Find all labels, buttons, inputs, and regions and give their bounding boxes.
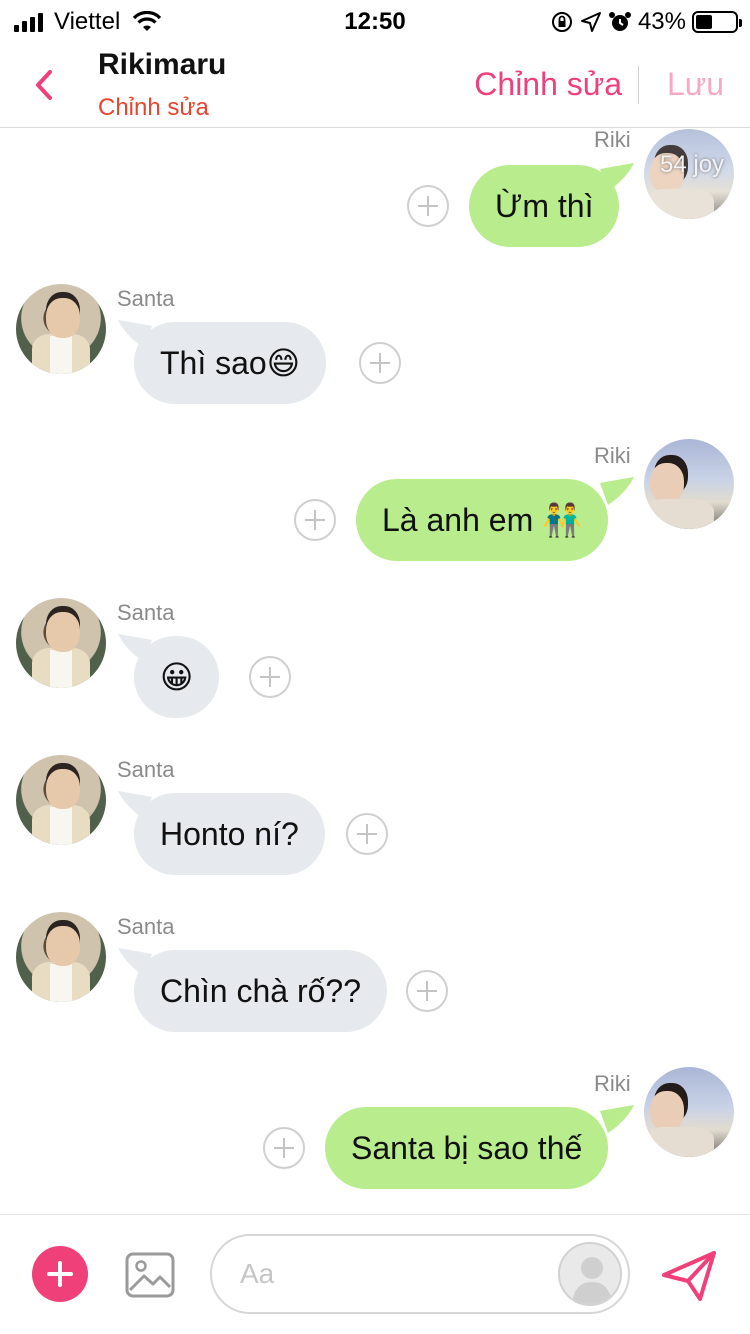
add-reaction-button[interactable] [406, 970, 448, 1012]
image-icon [125, 1252, 175, 1298]
sender-name: Santa [117, 286, 175, 311]
send-button[interactable] [660, 1249, 718, 1303]
message-row: Santa Chìn chà rố?? [0, 912, 750, 1042]
avatar[interactable] [16, 755, 106, 845]
message-input[interactable] [240, 1250, 540, 1298]
sender-name: Riki [594, 129, 631, 152]
message-bubble[interactable]: Là anh em 👬 [356, 479, 608, 561]
add-reaction-button[interactable] [263, 1127, 305, 1169]
avatar[interactable] [16, 598, 106, 688]
message-row: Riki Santa bị sao thế [0, 1067, 750, 1197]
message-bubble[interactable]: Santa bị sao thế [325, 1107, 609, 1189]
message-bubble[interactable]: Chìn chà rố?? [134, 950, 388, 1032]
message-bubble[interactable]: Honto ní? [134, 793, 325, 875]
sender-name: Riki [594, 443, 631, 468]
alarm-icon [608, 12, 631, 31]
add-reaction-button[interactable] [294, 499, 336, 541]
message-bubble[interactable]: Thì sao😄 [134, 322, 327, 404]
sender-name: Riki [594, 1071, 631, 1096]
chat-header: Rikimaru Chỉnh sửa Chỉnh sửa Lưu [0, 42, 750, 128]
add-reaction-button[interactable] [407, 185, 449, 227]
header-divider [638, 66, 639, 104]
avatar[interactable] [644, 439, 734, 529]
avatar[interactable] [16, 284, 106, 374]
save-button[interactable]: Lưu [667, 66, 724, 103]
bubble-tail [600, 477, 634, 505]
battery-fill [696, 15, 713, 29]
message-row: Santa Thì sao😄 [0, 284, 750, 414]
back-button[interactable] [28, 60, 68, 110]
chat-thread[interactable]: Riki 54 joy Ừm thì Santa Thì sao😄 Riki L… [0, 129, 750, 1214]
edit-button[interactable]: Chỉnh sửa [474, 66, 622, 103]
message-bubble[interactable]: Ừm thì [469, 165, 620, 247]
message-bubble[interactable]: 😀 [134, 636, 220, 718]
page-subtitle: Chỉnh sửa [98, 94, 209, 121]
avatar[interactable]: 54 joy [644, 129, 734, 219]
sender-name: Santa [117, 914, 175, 939]
sender-name: Santa [117, 600, 175, 625]
message-input-container [210, 1234, 630, 1314]
bubble-tail [600, 1105, 634, 1133]
add-reaction-button[interactable] [359, 342, 401, 384]
message-row: Santa 😀 [0, 598, 750, 728]
status-right: 43% [544, 8, 742, 36]
add-reaction-button[interactable] [346, 813, 388, 855]
orientation-lock-icon [551, 12, 572, 32]
person-icon [572, 1257, 612, 1304]
battery-icon [692, 11, 742, 33]
composer-bar [0, 1214, 750, 1334]
message-row: Riki 54 joy Ừm thì [0, 129, 750, 255]
battery-percent: 43% [637, 8, 686, 35]
chevron-left-icon [36, 70, 52, 100]
avatar-overlay-text: 54 joy [660, 151, 725, 178]
chat-editor-screen: Viettel 12:50 43% Rikimaru Chỉnh sửa Chỉ… [0, 0, 750, 1334]
avatar[interactable] [644, 1067, 734, 1157]
avatar[interactable] [16, 912, 106, 1002]
location-icon [580, 12, 601, 32]
message-row: Riki Là anh em 👬 [0, 439, 750, 569]
page-title: Rikimaru [98, 48, 227, 81]
sender-avatar-button[interactable] [558, 1242, 622, 1306]
sender-name: Santa [117, 757, 175, 782]
message-row: Santa Honto ní? [0, 755, 750, 885]
send-icon [662, 1251, 716, 1301]
image-button[interactable] [124, 1249, 176, 1301]
status-bar: Viettel 12:50 43% [0, 0, 750, 42]
add-reaction-button[interactable] [249, 656, 291, 698]
add-message-button[interactable] [32, 1246, 88, 1302]
